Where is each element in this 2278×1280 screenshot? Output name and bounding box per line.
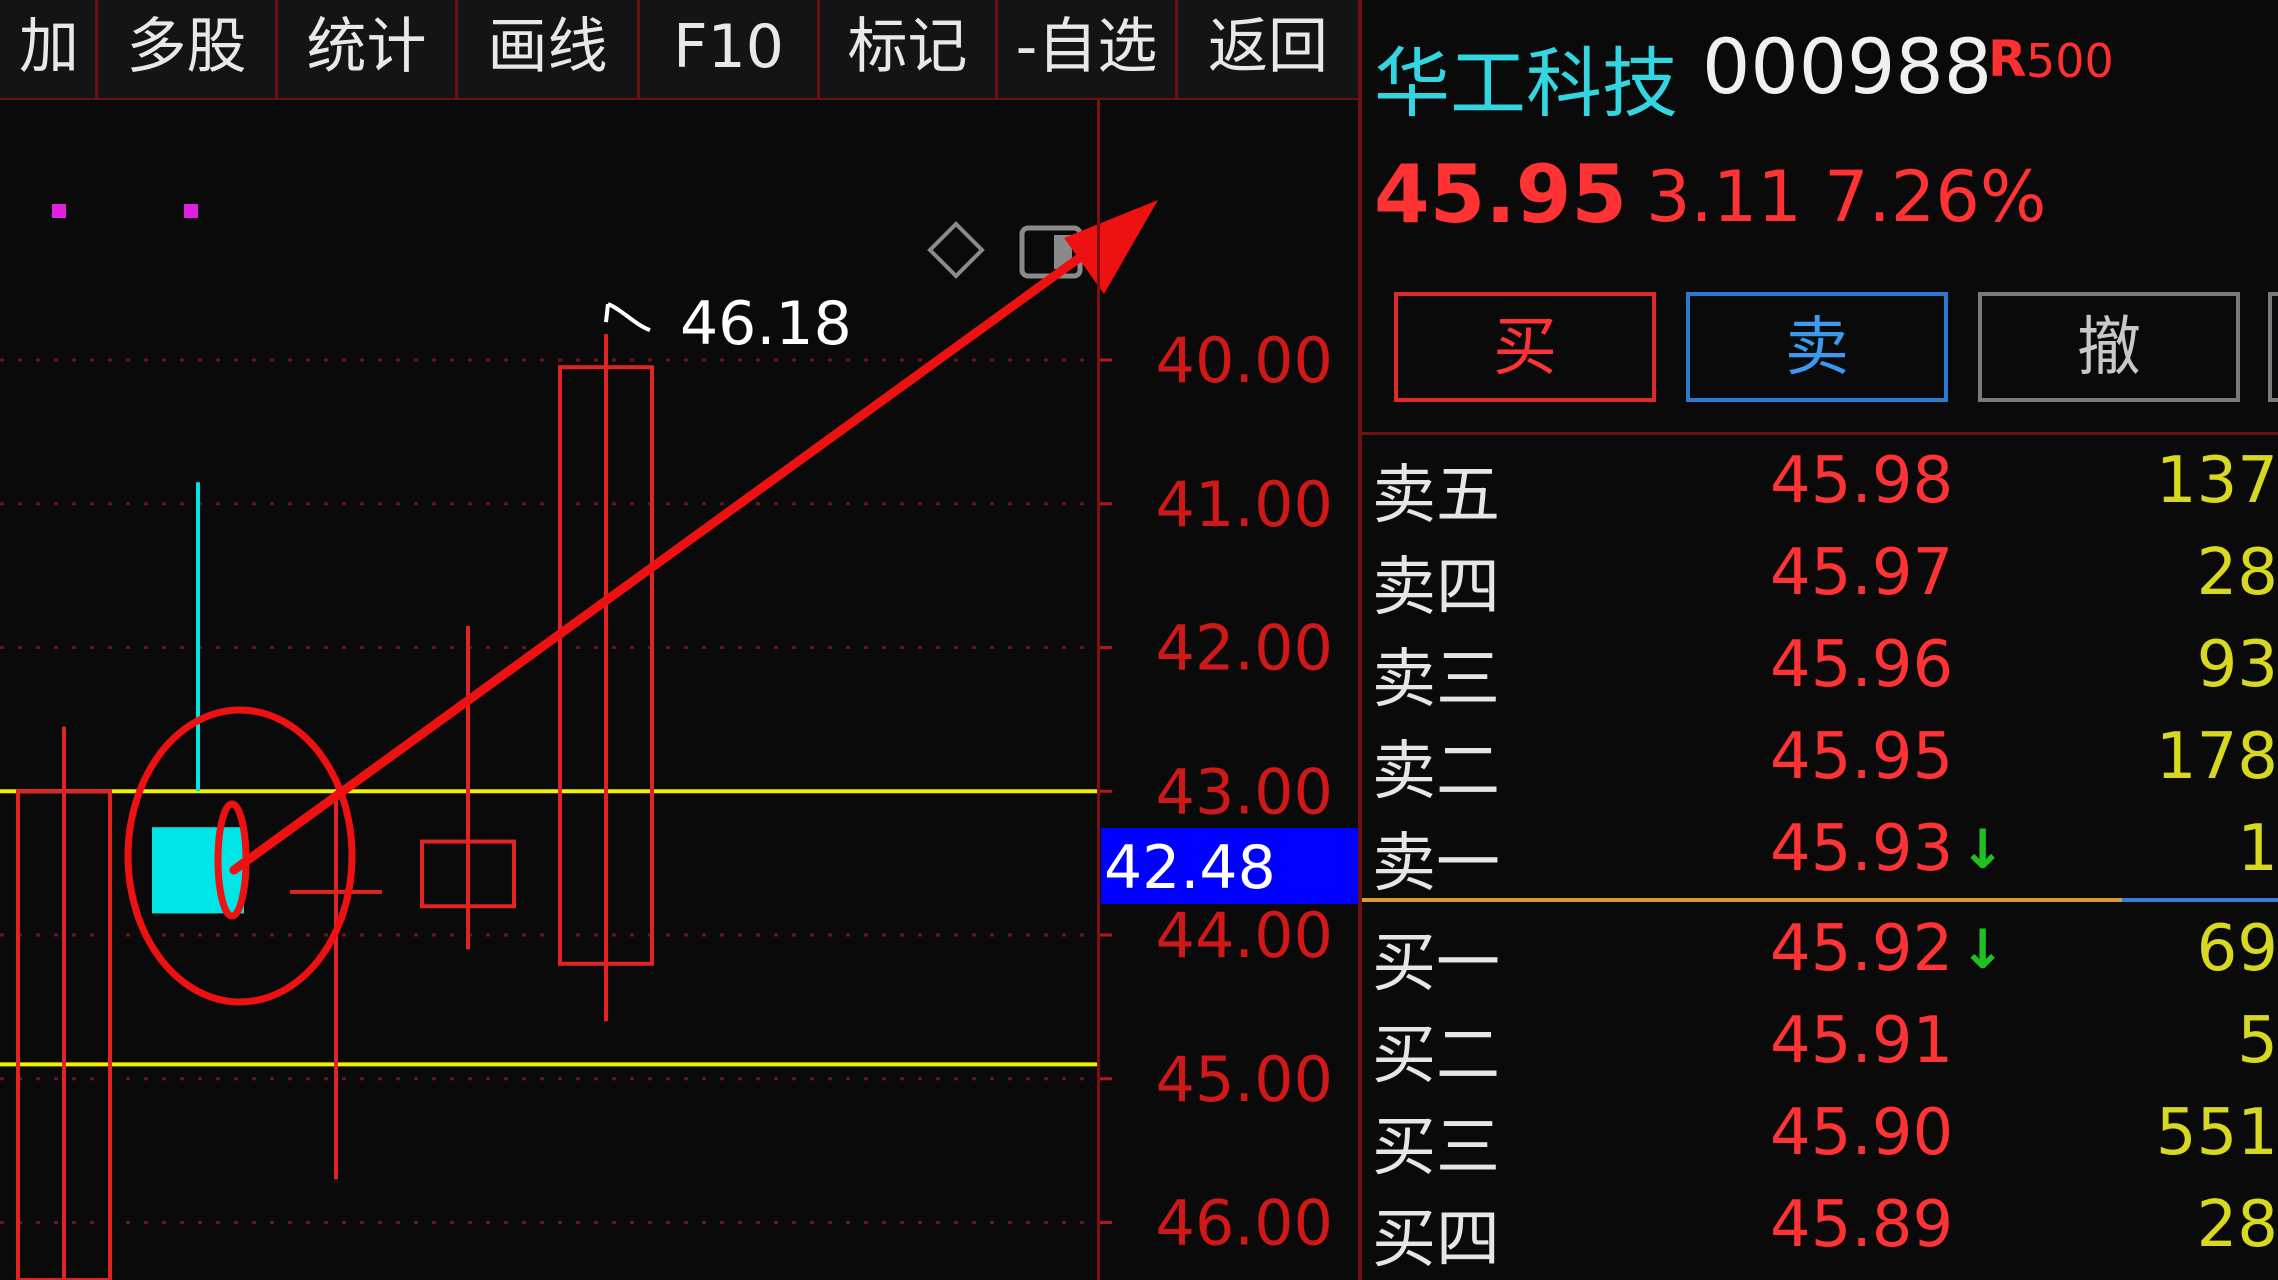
bid-label: 买四 (1372, 1203, 1500, 1277)
ask-volume: 1 (2237, 812, 2278, 886)
toolbar-multi-stock-button[interactable]: 多股 (98, 0, 278, 98)
bid-volume: 28 (2196, 1188, 2278, 1262)
bid-label: 买三 (1372, 1111, 1500, 1185)
rank-badge-value: 500 (2026, 34, 2114, 88)
bid-row-3[interactable]: 买三 45.90 551 (1362, 1088, 2278, 1185)
sell-button[interactable]: 卖 (1686, 292, 1948, 402)
y-axis-label: 42.00 (1156, 612, 1334, 685)
ask-label: 卖三 (1372, 643, 1500, 717)
buy-button[interactable]: 买 (1394, 292, 1656, 402)
ask-price: 45.98 (1770, 444, 1954, 518)
y-axis-label: 40.00 (1156, 324, 1334, 397)
y-axis-label: 45.00 (1156, 1043, 1334, 1116)
y-axis-ticks (1099, 358, 1112, 1224)
ask-volume: 93 (2196, 628, 2278, 702)
down-arrow-icon: ↓ (1960, 918, 2006, 981)
ask-label: 卖一 (1372, 827, 1500, 901)
bid-price: 45.89 (1770, 1188, 1954, 1262)
more-button[interactable] (2268, 292, 2278, 402)
toolbar-overlay-button[interactable]: 加 (0, 0, 98, 98)
y-axis-label: 41.00 (1156, 468, 1334, 541)
toolbar: 加 多股 统计 画线 F10 标记 -自选 返回 (0, 0, 1362, 100)
ask-row-3[interactable]: 卖三 45.96 93 (1362, 620, 2278, 717)
toolbar-statistics-button[interactable]: 统计 (278, 0, 458, 98)
y-axis-label: 43.00 (1156, 755, 1334, 828)
bid-price: 45.91 (1770, 1004, 1954, 1078)
stock-code: 000988 (1702, 22, 1993, 111)
ask-price: 45.96 (1770, 628, 1954, 702)
ask-price: 45.93 (1770, 812, 1954, 886)
ask-row-5[interactable]: 卖五 45.98 137 (1362, 436, 2278, 533)
ask-row-1[interactable]: 卖一 45.93 ↓ 1 (1362, 804, 2278, 901)
toolbar-mark-button[interactable]: 标记 (820, 0, 998, 98)
bid-row-4[interactable]: 买四 45.89 28 (1362, 1180, 2278, 1277)
bid-volume: 5 (2237, 1004, 2278, 1078)
bid-row-1[interactable]: 买一 45.92 ↓ 69 (1362, 904, 2278, 1001)
last-price: 45.95 (1374, 148, 1628, 241)
quote-panel: 华工科技 000988 R 500 45.95 3.11 7.26% 买 卖 撤… (1362, 0, 2278, 1280)
stock-name: 华工科技 (1374, 39, 1678, 128)
bid-price: 45.92 (1770, 912, 1954, 986)
ask-row-4[interactable]: 卖四 45.97 28 (1362, 528, 2278, 625)
bid-row-2[interactable]: 买二 45.91 5 (1362, 996, 2278, 1093)
diamond-icon[interactable] (927, 221, 985, 279)
ask-label: 卖五 (1372, 459, 1500, 533)
ask-price: 45.97 (1770, 536, 1954, 610)
candlestick-chart[interactable]: 46.00 45.00 44.00 43.00 42.00 41.00 40.0… (0, 100, 1358, 1280)
bid-volume: 69 (2196, 912, 2278, 986)
bid-label: 买二 (1372, 1019, 1500, 1093)
ask-row-2[interactable]: 卖二 45.95 178 (1362, 712, 2278, 809)
rank-badge-letter: R (1988, 30, 2027, 88)
y-axis-label: 46.00 (1156, 1187, 1334, 1260)
bid-volume: 551 (2155, 1096, 2278, 1170)
high-price-label: 46.18 (680, 289, 852, 359)
price-change: 3.11 (1646, 156, 1802, 238)
bid-price: 45.90 (1770, 1096, 1954, 1170)
price-change-percent: 7.26% (1824, 156, 2047, 238)
ask-price: 45.95 (1770, 720, 1954, 794)
toolbar-back-button[interactable]: 返回 (1178, 0, 1358, 98)
bid-label: 买一 (1372, 927, 1500, 1001)
ask-volume: 28 (2196, 536, 2278, 610)
toolbar-draw-line-button[interactable]: 画线 (458, 0, 640, 98)
cancel-order-button[interactable]: 撤 (1978, 292, 2240, 402)
high-pointer-icon (604, 302, 651, 332)
y-axis-label: 44.00 (1156, 899, 1334, 972)
ask-label: 卖二 (1372, 735, 1500, 809)
down-arrow-icon: ↓ (1960, 818, 2006, 881)
axis-divider (1097, 100, 1100, 1280)
ask-label: 卖四 (1372, 551, 1500, 625)
ask-volume: 178 (2155, 720, 2278, 794)
panel-separator (1362, 432, 2278, 435)
ask-volume: 137 (2155, 444, 2278, 518)
toolbar-f10-button[interactable]: F10 (640, 0, 820, 98)
order-book-separator (1362, 898, 2278, 902)
indicator-markers (52, 204, 198, 218)
toolbar-watchlist-button[interactable]: -自选 (998, 0, 1178, 98)
candles (16, 334, 654, 1280)
crosshair-price-label: 42.48 (1104, 833, 1276, 903)
